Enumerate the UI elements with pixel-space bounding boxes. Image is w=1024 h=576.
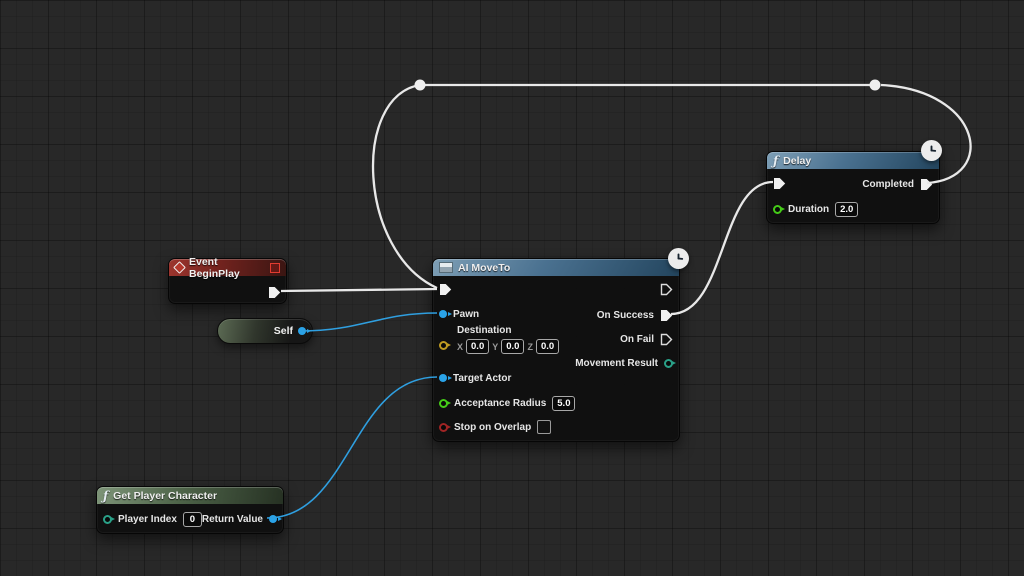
node-ai-moveto-header[interactable]: AI MoveTo — [433, 259, 679, 276]
node-self[interactable]: Self — [217, 318, 313, 344]
node-title: Delay — [783, 154, 812, 167]
axis-x-label: X — [457, 341, 464, 352]
node-get-player-character-header[interactable]: ƒ Get Player Character — [97, 487, 283, 504]
completed-label: Completed — [862, 178, 914, 190]
node-get-player-character[interactable]: ƒ Get Player Character Player Index 0 Re… — [96, 486, 284, 534]
duration-pin[interactable] — [773, 204, 785, 214]
function-icon: ƒ — [773, 153, 779, 168]
node-title: Get Player Character — [113, 489, 218, 502]
movement-result-pin[interactable] — [664, 358, 676, 368]
node-title: AI MoveTo — [458, 261, 511, 274]
exec-input-pin[interactable] — [773, 177, 786, 190]
event-icon — [173, 261, 186, 274]
acceptance-radius-label: Acceptance Radius — [454, 397, 547, 409]
exec-output-pin[interactable] — [268, 286, 281, 299]
stop-on-overlap-checkbox[interactable] — [537, 420, 552, 434]
target-actor-label: Target Actor — [453, 372, 512, 384]
axis-y-label: Y — [492, 341, 499, 352]
exec-input-pin[interactable] — [439, 283, 452, 296]
player-index-pin[interactable] — [103, 514, 115, 524]
event-disable-box-icon — [270, 262, 280, 273]
axis-z-label: Z — [527, 341, 533, 352]
wire-self-to-pawn[interactable] — [300, 312, 438, 332]
wire-onsuccess-to-delay[interactable] — [670, 180, 774, 316]
destination-y-field[interactable]: 0.0 — [501, 339, 525, 354]
destination-x-field[interactable]: 0.0 — [466, 339, 490, 354]
return-value-label: Return Value — [201, 513, 263, 525]
destination-label: Destination — [457, 325, 512, 336]
self-output-pin[interactable] — [298, 327, 311, 335]
destination-pin[interactable] — [439, 341, 451, 350]
reroute-node-left[interactable] — [414, 79, 426, 91]
node-ai-moveto[interactable]: AI MoveTo Pawn On Success Destination X … — [432, 248, 689, 442]
on-success-label: On Success — [596, 309, 654, 321]
stop-on-overlap-label: Stop on Overlap — [454, 421, 532, 433]
node-delay[interactable]: ƒ Delay Completed Duration 2.0 — [766, 140, 942, 224]
on-fail-label: On Fail — [620, 333, 654, 345]
player-index-field[interactable]: 0 — [182, 511, 202, 527]
blueprint-graph-canvas[interactable]: Event BeginPlay Self AI MoveTo Pawn On S… — [0, 0, 1024, 576]
function-icon: ƒ — [103, 488, 109, 503]
node-title: Event BeginPlay — [189, 255, 240, 280]
player-index-label: Player Index — [118, 513, 177, 525]
duration-label: Duration — [788, 203, 830, 215]
target-actor-pin[interactable] — [439, 374, 452, 382]
exec-output-pin[interactable] — [660, 283, 673, 296]
node-delay-header[interactable]: ƒ Delay — [767, 152, 939, 169]
wire-beginplay-to-aimoveto[interactable] — [280, 287, 438, 293]
acceptance-radius-pin[interactable] — [439, 398, 451, 408]
pawn-label: Pawn — [453, 308, 480, 320]
pawn-pin[interactable] — [439, 310, 452, 318]
ai-task-icon — [439, 262, 453, 273]
latent-clock-icon — [921, 140, 942, 161]
wire-loop-to-aimoveto-input[interactable] — [371, 83, 438, 290]
movement-result-label: Movement Result — [575, 357, 658, 369]
return-value-pin[interactable] — [269, 515, 282, 523]
node-event-beginplay[interactable]: Event BeginPlay — [168, 256, 287, 304]
completed-pin[interactable] — [920, 178, 933, 191]
acceptance-radius-field[interactable]: 5.0 — [552, 395, 576, 411]
on-success-pin[interactable] — [660, 309, 673, 322]
on-fail-pin[interactable] — [660, 333, 673, 346]
reroute-node-right[interactable] — [869, 79, 881, 91]
latent-clock-icon — [668, 248, 689, 269]
destination-z-field[interactable]: 0.0 — [535, 339, 560, 354]
stop-on-overlap-pin[interactable] — [439, 422, 451, 432]
duration-field[interactable]: 2.0 — [835, 201, 859, 217]
wire-returnvalue-to-targetactor[interactable] — [266, 376, 438, 519]
self-label: Self — [273, 325, 293, 337]
node-event-beginplay-header[interactable]: Event BeginPlay — [169, 256, 286, 280]
